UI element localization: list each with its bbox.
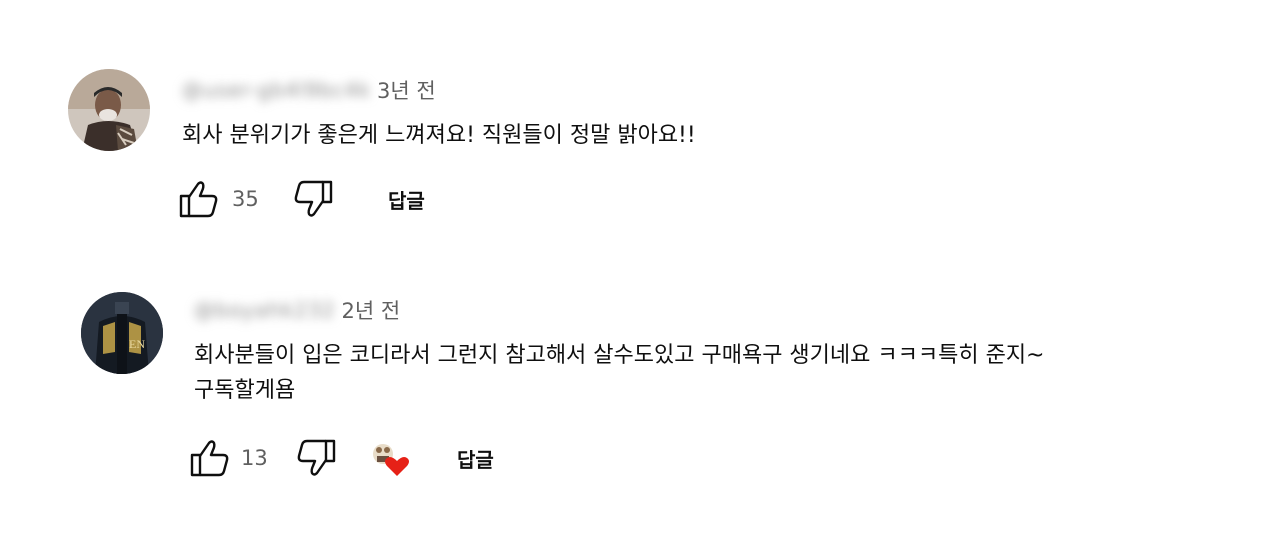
comment-text: 회사분들이 입은 코디라서 그런지 참고해서 살수도있고 구매욕구 생기네요 ㅋ…	[194, 338, 1045, 408]
comment-thread-1: @user-gb4l9bc4k 3년 전 회사 분위기가 좋은게 느껴져요! 직…	[0, 0, 1280, 240]
comment-text-line: 회사 분위기가 좋은게 느껴져요! 직원들이 정말 밝아요!!	[182, 123, 696, 148]
dislike-button[interactable]	[295, 438, 337, 478]
comment-avatar[interactable]	[68, 69, 150, 151]
like-count: 13	[241, 446, 268, 470]
creator-heart-badge[interactable]	[369, 438, 413, 478]
author-handle[interactable]: @boyahk232	[194, 298, 335, 322]
comment-text-line: 회사분들이 입은 코디라서 그런지 참고해서 살수도있고 구매욕구 생기네요 ㅋ…	[194, 343, 1045, 368]
thumbs-down-icon	[292, 179, 334, 219]
comment-text: 회사 분위기가 좋은게 느껴져요! 직원들이 정말 밝아요!!	[182, 118, 696, 153]
like-button[interactable]	[189, 438, 231, 478]
reply-button[interactable]: 답글	[388, 179, 425, 219]
reply-button[interactable]: 답글	[457, 438, 494, 478]
comment-avatar[interactable]: EN	[81, 292, 163, 374]
creator-heart-icon	[369, 438, 413, 478]
author-handle[interactable]: @user-gb4l9bc4k	[182, 78, 371, 102]
thumbs-up-icon	[189, 438, 231, 478]
comment-meta: @boyahk232 2년 전	[194, 296, 400, 324]
dislike-button[interactable]	[292, 179, 334, 219]
comment-actions: 13 답글	[189, 438, 529, 478]
like-count: 35	[232, 187, 259, 211]
comment-thread-2: EN @boyahk232 2년 전 회사분들이 입은 코디라서 그런지 참고해…	[0, 280, 1280, 520]
thumbs-up-icon	[178, 179, 220, 219]
thumbs-down-icon	[295, 438, 337, 478]
like-button[interactable]	[178, 179, 220, 219]
comment-timestamp[interactable]: 2년 전	[341, 295, 400, 325]
comment-timestamp[interactable]: 3년 전	[377, 75, 436, 105]
comment-actions: 35 답글	[178, 179, 478, 219]
svg-text:EN: EN	[129, 337, 145, 351]
comment-text-line: 구독할게욤	[194, 378, 296, 403]
comment-meta: @user-gb4l9bc4k 3년 전	[182, 76, 436, 104]
